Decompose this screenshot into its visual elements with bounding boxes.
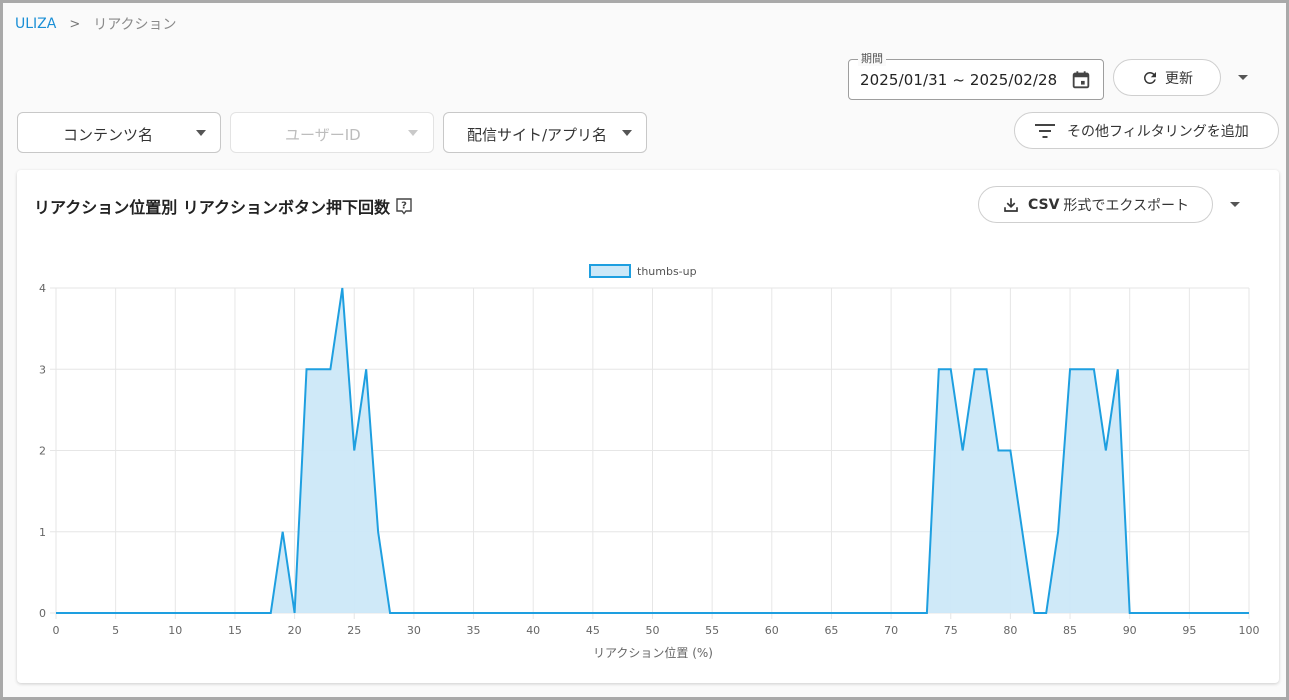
download-icon [1004, 197, 1018, 212]
user-id-select-label: ユーザーID [285, 126, 361, 144]
y-tick-label: 3 [39, 363, 46, 376]
site-app-select-label: 配信サイト/アプリ名 [467, 126, 608, 144]
card-title-text: リアクション位置別 リアクションボタン押下回数 [34, 198, 390, 217]
add-filter-label: その他フィルタリングを追加 [1067, 123, 1249, 140]
reaction-position-chart: 0 5 10 15 20 25 30 35 40 45 50 55 60 65 70 75 80 85 90 95 10… [39, 264, 1260, 660]
help-icon[interactable]: ? [395, 197, 413, 215]
x-tick-label: 45 [586, 624, 600, 637]
x-tick-label: 85 [1063, 624, 1077, 637]
legend-label-thumbs-up: thumbs-up [637, 265, 697, 278]
card-title: リアクション位置別 リアクションボタン押下回数 ? [34, 194, 413, 218]
csv-export-button[interactable]: CSV 形式でエクスポート [978, 186, 1213, 223]
x-tick-label: 60 [765, 624, 779, 637]
x-tick-label: 20 [288, 624, 302, 637]
export-options-chevron-down-icon[interactable] [1223, 193, 1247, 217]
content-name-select-label: コンテンツ名 [63, 126, 154, 144]
refresh-icon [1143, 71, 1156, 84]
chart-grid [50, 287, 1250, 619]
export-label-suffix: 形式でエクスポート [1063, 197, 1190, 214]
y-tick-label: 0 [39, 607, 46, 620]
x-tick-label: 40 [526, 624, 540, 637]
chart-points [55, 287, 1250, 614]
refresh-label: 更新 [1165, 70, 1193, 87]
x-tick-label: 65 [824, 624, 838, 637]
breadcrumb-root-link[interactable]: ULIZA [15, 16, 56, 32]
x-tick-label: 80 [1003, 624, 1017, 637]
y-tick-label: 2 [39, 445, 46, 458]
refresh-options-chevron-down-icon[interactable] [1231, 66, 1255, 90]
y-tick-label: 4 [39, 282, 46, 295]
content-name-select[interactable]: コンテンツ名 [17, 112, 221, 153]
x-tick-label: 90 [1123, 624, 1137, 637]
x-tick-label: 35 [467, 624, 481, 637]
series-area-thumbs-up [56, 288, 1249, 613]
x-tick-label: 100 [1239, 624, 1260, 637]
refresh-button[interactable]: 更新 [1113, 59, 1221, 96]
x-tick-label: 95 [1182, 624, 1196, 637]
user-id-select: ユーザーID [230, 112, 434, 153]
chart-ticks: 0 5 10 15 20 25 30 35 40 45 50 55 60 65 70 75 80 85 90 95 10… [39, 282, 1260, 637]
y-tick-label: 1 [39, 526, 46, 539]
x-tick-label: 5 [112, 624, 119, 637]
breadcrumb-separator-icon: > [69, 16, 81, 32]
filter-icon [1035, 123, 1055, 138]
x-axis-label: リアクション位置 (%) [593, 645, 713, 660]
calendar-icon[interactable] [1070, 69, 1092, 91]
breadcrumb-current: リアクション [93, 17, 177, 33]
x-tick-label: 15 [228, 624, 242, 637]
legend-swatch-thumbs-up [589, 264, 631, 278]
breadcrumb: ULIZA > リアクション [15, 14, 177, 34]
x-tick-label: 0 [53, 624, 60, 637]
x-tick-label: 25 [347, 624, 361, 637]
add-filter-button[interactable]: その他フィルタリングを追加 [1014, 112, 1279, 149]
x-tick-label: 55 [705, 624, 719, 637]
app-frame: ULIZA > リアクション 期間 2025/01/31 ~ 2025/02/2… [0, 0, 1289, 700]
chevron-down-icon [622, 130, 632, 136]
reaction-chart-card: リアクション位置別 リアクションボタン押下回数 ? CSV 形式でエクスポート … [17, 170, 1279, 683]
chevron-down-icon [196, 130, 206, 136]
series-line-thumbs-up [56, 287, 1249, 614]
x-tick-label: 30 [407, 624, 421, 637]
x-tick-label: 50 [646, 624, 660, 637]
export-label-prefix: CSV [1027, 196, 1060, 213]
chart-legend: thumbs-up [589, 264, 697, 278]
period-value[interactable]: 2025/01/31 ~ 2025/02/28 [860, 71, 1057, 89]
period-field[interactable]: 期間 2025/01/31 ~ 2025/02/28 [848, 52, 1104, 100]
x-tick-label: 10 [168, 624, 182, 637]
chevron-down-icon [408, 130, 418, 136]
x-tick-label: 75 [944, 624, 958, 637]
x-tick-label: 70 [884, 624, 898, 637]
svg-text:?: ? [401, 201, 407, 212]
period-legend: 期間 [858, 52, 886, 66]
site-app-select[interactable]: 配信サイト/アプリ名 [443, 112, 647, 153]
